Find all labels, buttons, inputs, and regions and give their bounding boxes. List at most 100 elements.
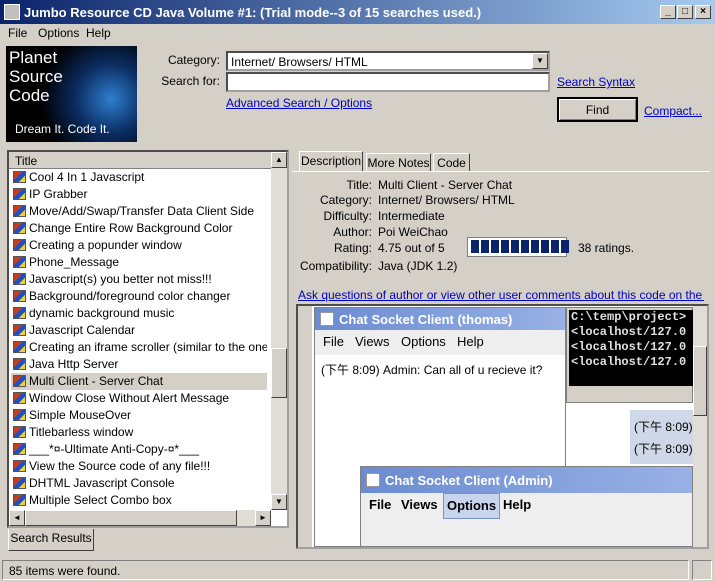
list-item[interactable]: Javascript(s) you better not miss!!! [11, 271, 267, 288]
list-item-label: Cool 4 In 1 Javascript [29, 170, 145, 184]
list-item-label: View the Source code of any file!!! [29, 459, 211, 473]
list-item[interactable]: Java Http Server [11, 356, 267, 373]
list-item[interactable]: Titlebarless window [11, 424, 267, 441]
detail-rating-value: 4.75 out of 5 [378, 241, 445, 255]
menu-options[interactable]: Options [38, 26, 79, 40]
search-for-label: Search for: [161, 74, 220, 88]
search-syntax-link[interactable]: Search Syntax [557, 75, 635, 89]
advanced-search-link[interactable]: Advanced Search / Options [226, 96, 372, 110]
rating-segment [521, 240, 529, 253]
code-file-icon [13, 171, 26, 183]
results-vscrollbar[interactable]: ▲ ▼ [271, 152, 287, 510]
list-item[interactable]: Change Entire Row Background Color [11, 220, 267, 237]
scroll-down-icon[interactable]: ▼ [271, 494, 287, 510]
close-button[interactable]: × [695, 5, 711, 19]
list-item-label: Titlebarless window [29, 425, 134, 439]
list-item[interactable]: Creating a popunder window [11, 237, 267, 254]
background-window: (下午 8:09) (下午 8:09) [630, 410, 693, 464]
tab-more-notes[interactable]: More Notes [366, 153, 431, 172]
list-item-label: Move/Add/Swap/Transfer Data Client Side [29, 204, 254, 218]
maximize-button[interactable]: □ [677, 5, 693, 19]
list-item-label: Creating a popunder window [29, 238, 182, 252]
code-file-icon [13, 494, 26, 506]
code-file-icon [13, 341, 26, 353]
rating-segment [561, 240, 569, 253]
list-item[interactable]: Move/Add/Swap/Transfer Data Client Side [11, 203, 267, 220]
list-item-label: Simple MouseOver [29, 408, 132, 422]
list-item[interactable]: Multiple Select Combo box [11, 492, 267, 509]
tab-search-results[interactable]: Search Results [8, 529, 94, 551]
compact-link[interactable]: Compact... [644, 104, 702, 118]
scroll-up-icon[interactable]: ▲ [271, 152, 287, 168]
list-item-label: Background/foreground color changer [29, 289, 231, 303]
rating-segment [541, 240, 549, 253]
list-item-label: DHTML Javascript Console [29, 476, 175, 490]
menu-help[interactable]: Help [86, 26, 111, 40]
rating-segment [551, 240, 559, 253]
ask-questions-link[interactable]: Ask questions of author or view other us… [298, 288, 704, 302]
code-file-icon [13, 375, 26, 387]
list-item-label: Change Entire Row Background Color [29, 221, 233, 235]
list-item[interactable]: ___*¤-Ultimate Anti-Copy-¤*___ [11, 441, 267, 458]
minimize-button[interactable]: _ [660, 5, 676, 19]
code-file-icon [13, 307, 26, 319]
rating-count: 38 ratings. [578, 241, 635, 255]
list-item-label: Multi Client - Server Chat [29, 374, 164, 388]
list-item[interactable]: Simple MouseOver [11, 407, 267, 424]
list-item[interactable]: Background/foreground color changer [11, 288, 267, 305]
tab-divider [292, 171, 710, 172]
list-item[interactable]: View the Source code of any file!!! [11, 458, 267, 475]
preview-left-edge [298, 306, 312, 547]
resize-grip[interactable] [692, 560, 712, 580]
tab-description[interactable]: Description [299, 151, 363, 172]
chevron-down-icon[interactable]: ▼ [532, 53, 548, 69]
hscroll-thumb[interactable] [25, 510, 237, 526]
detail-category-value: Internet/ Browsers/ HTML [378, 193, 515, 207]
list-item[interactable]: Javascript Calendar [11, 322, 267, 339]
category-select[interactable]: Internet/ Browsers/ HTML ▼ [226, 51, 550, 71]
detail-author-label: Author: [333, 225, 372, 239]
search-input[interactable] [226, 72, 550, 92]
chat-window-admin: Chat Socket Client (Admin) File Views Op… [360, 466, 693, 547]
list-item[interactable]: IP Grabber [11, 186, 267, 203]
list-item[interactable]: Creating an iframe scroller (similar to … [11, 339, 267, 356]
list-item-label: Creating an iframe scroller (similar to … [29, 340, 267, 354]
code-file-icon [13, 188, 26, 200]
tab-code[interactable]: Code [433, 153, 470, 172]
code-file-icon [13, 392, 26, 404]
screenshot-preview: Chat Socket Client (thomas) File Views O… [296, 304, 709, 549]
results-hscrollbar[interactable]: ◄ ► [9, 510, 271, 526]
list-item-label: Javascript Calendar [29, 323, 136, 337]
code-file-icon [13, 460, 26, 472]
java-icon [320, 312, 334, 326]
list-item[interactable]: Cool 4 In 1 Javascript [11, 169, 267, 186]
column-header-title[interactable]: Title [9, 152, 271, 169]
java-icon [366, 473, 380, 487]
list-item[interactable]: dynamic background music [11, 305, 267, 322]
code-file-icon [13, 443, 26, 455]
find-button[interactable]: Find [557, 97, 638, 122]
menu-file[interactable]: File [8, 26, 27, 40]
preview-vscrollbar[interactable] [693, 306, 707, 547]
list-item[interactable]: Phone_Message [11, 254, 267, 271]
detail-author-value: Poi WeiChao [378, 225, 448, 239]
list-item[interactable]: Multi Client - Server Chat [11, 373, 267, 390]
scroll-right-icon[interactable]: ► [255, 510, 271, 526]
code-file-icon [13, 426, 26, 438]
preview-scroll-thumb[interactable] [693, 346, 707, 416]
rating-segment [491, 240, 499, 253]
list-item[interactable]: DHTML Javascript Console [11, 475, 267, 492]
menu-bar: File Options Help [0, 24, 715, 42]
scroll-thumb[interactable] [271, 348, 287, 398]
detail-category-label: Category: [319, 193, 372, 207]
detail-title-label: Title: [346, 178, 372, 192]
list-item[interactable]: Window Close Without Alert Message [11, 390, 267, 407]
code-file-icon [13, 273, 26, 285]
list-item-label: Multiple Select Combo box [29, 493, 172, 507]
detail-compat-value: Java (JDK 1.2) [378, 259, 458, 273]
scroll-left-icon[interactable]: ◄ [9, 510, 25, 526]
code-file-icon [13, 256, 26, 268]
list-item-label: Javascript(s) you better not miss!!! [29, 272, 212, 286]
app-icon [4, 4, 20, 20]
rating-segment [511, 240, 519, 253]
